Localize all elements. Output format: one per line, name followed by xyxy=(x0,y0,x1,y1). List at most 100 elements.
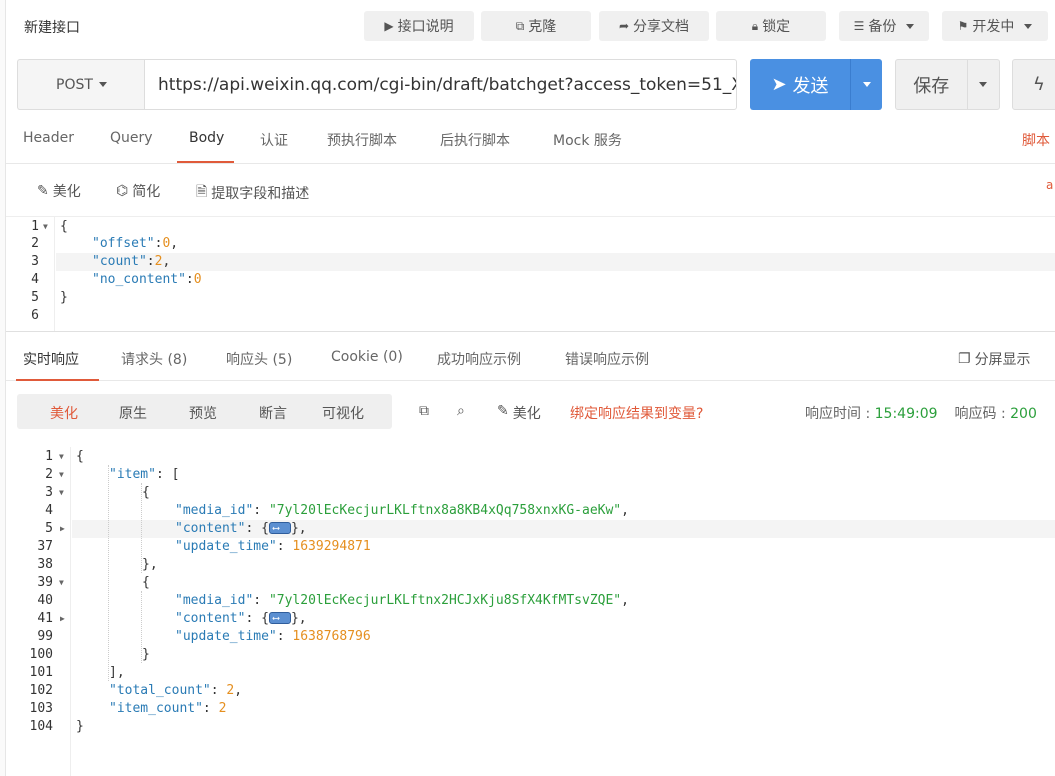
tab-header[interactable]: Header xyxy=(23,130,74,146)
mode-raw[interactable]: 原生 xyxy=(119,403,147,423)
copy-icon[interactable]: ⧉ xyxy=(419,403,429,419)
active-tab-indicator xyxy=(16,379,99,381)
flag-icon: ⚑ xyxy=(957,19,969,33)
json-key: "update_time" xyxy=(175,539,277,554)
lock-button[interactable]: 🔒︎ 锁定 xyxy=(716,11,826,41)
tab-pre-script[interactable]: 预执行脚本 xyxy=(327,130,397,150)
fold-arrow-right-icon[interactable]: ▶ xyxy=(60,520,65,538)
api-doc-button[interactable]: ▶ 接口说明 xyxy=(364,11,474,41)
simplify-button[interactable]: ⌬ 简化 xyxy=(116,181,160,201)
tab-realtime-response[interactable]: 实时响应 xyxy=(23,349,79,369)
tab-request-headers[interactable]: 请求头 (8) xyxy=(121,349,187,369)
json-punct: }, xyxy=(290,521,307,536)
json-key: "media_id" xyxy=(175,503,254,518)
search-icon[interactable]: ⌕ xyxy=(457,403,465,419)
code-line: { xyxy=(76,449,84,464)
indent-guide xyxy=(108,465,109,681)
extract-label: 提取字段和描述 xyxy=(211,186,310,202)
url-input[interactable]: https://api.weixin.qq.com/cgi-bin/draft/… xyxy=(144,59,737,110)
tab-response-headers[interactable]: 响应头 (5) xyxy=(226,349,292,369)
page-title: 新建接口 xyxy=(24,20,80,36)
database-icon: ☰ xyxy=(853,19,865,33)
fold-arrow-icon[interactable]: ▼ xyxy=(59,448,64,466)
status-label: 开发中 xyxy=(972,19,1015,35)
simplify-label: 简化 xyxy=(132,184,161,200)
collapsed-object-icon[interactable] xyxy=(268,610,291,628)
tab-post-script[interactable]: 后执行脚本 xyxy=(440,130,510,150)
file-icon: 🗎︎ xyxy=(196,184,208,200)
json-key: "no_content" xyxy=(92,272,186,287)
response-tabs: 实时响应 请求头 (8) 响应头 (5) Cookie (0) 成功响应示例 错… xyxy=(6,337,1055,381)
code-line: { xyxy=(142,575,150,590)
fold-arrow-icon[interactable]: ▼ xyxy=(59,484,64,502)
json-punct: , xyxy=(621,593,629,608)
send-options-dropdown[interactable] xyxy=(850,59,882,110)
save-options-dropdown[interactable] xyxy=(966,60,999,109)
code-line: } xyxy=(60,290,68,305)
tab-success-example[interactable]: 成功响应示例 xyxy=(437,349,521,369)
tab-query[interactable]: Query xyxy=(110,130,153,146)
chevron-down-icon xyxy=(98,82,107,87)
fold-arrow-icon[interactable]: ▼ xyxy=(59,466,64,484)
beautify-label: 美化 xyxy=(512,406,541,422)
line-number: 104 xyxy=(29,719,53,734)
save-button[interactable]: 保存 xyxy=(895,59,1000,110)
code-line: "item_count": 2 xyxy=(109,701,227,716)
fold-arrow-icon[interactable]: ▼ xyxy=(43,218,48,236)
lock-label: 锁定 xyxy=(762,19,791,35)
json-number: 2 xyxy=(218,701,227,716)
line-number: 6 xyxy=(31,308,39,323)
line-number: 41 xyxy=(37,611,53,626)
fold-arrow-icon[interactable]: ▼ xyxy=(59,574,64,592)
fold-arrow-right-icon[interactable]: ▶ xyxy=(60,610,65,628)
code-line: "media_id": "7yl20lEcKecjurLKLftnx2HCJxK… xyxy=(175,593,629,608)
tab-error-example[interactable]: 错误响应示例 xyxy=(565,349,649,369)
title-bar: 新建接口 ▶ 接口说明 ⧉ 克隆 ➦ 分享文档 🔒︎ 锁定 ☰ 备份 ⚑ 开发中 xyxy=(6,0,1055,52)
method-select[interactable]: POST xyxy=(17,59,145,110)
tab-body[interactable]: Body xyxy=(189,130,224,146)
tab-auth[interactable]: 认证 xyxy=(260,130,288,150)
sitemap-icon: ⌬ xyxy=(116,183,129,199)
mode-preview[interactable]: 预览 xyxy=(189,403,217,423)
extract-fields-button[interactable]: 🗎︎ 提取字段和描述 xyxy=(196,181,309,205)
collapsed-object-icon[interactable] xyxy=(268,520,291,538)
send-button[interactable]: ➤ 发送 xyxy=(750,59,882,110)
json-punct: : [ xyxy=(155,467,180,482)
json-number: 0 xyxy=(193,272,202,287)
mode-beautify[interactable]: 美化 xyxy=(50,403,78,423)
bind-response-link[interactable]: 绑定响应结果到变量? xyxy=(570,403,703,423)
share-doc-button[interactable]: ➦ 分享文档 xyxy=(599,11,709,41)
mode-visualize[interactable]: 可视化 xyxy=(322,403,364,423)
code-line: "media_id": "7yl20lEcKecjurLKLftnx8a8KB4… xyxy=(175,503,629,518)
line-number: 100 xyxy=(29,647,53,662)
beautify-body-button[interactable]: ✎ 美化 xyxy=(37,181,81,201)
script-link[interactable]: 脚本 xyxy=(1022,130,1050,150)
response-body-viewer[interactable]: 1 ▼ { 2 ▼ "item": [ 3 ▼ { 4 "media_id": … xyxy=(6,447,1055,776)
chevron-down-icon xyxy=(1024,23,1033,29)
magic-wand-icon: ✎ xyxy=(497,403,509,419)
status-dropdown[interactable]: ⚑ 开发中 xyxy=(942,11,1048,41)
mode-assert[interactable]: 断言 xyxy=(259,403,287,423)
tab-mock[interactable]: Mock 服务 xyxy=(553,130,622,150)
json-key: "total_count" xyxy=(109,683,211,698)
quick-action-button[interactable]: ϟ xyxy=(1012,59,1055,110)
backup-dropdown[interactable]: ☰ 备份 xyxy=(839,11,929,41)
lightning-icon: ϟ xyxy=(1033,74,1045,95)
line-number: 2 xyxy=(31,236,39,251)
json-key: "media_id" xyxy=(175,593,254,608)
code-line: "total_count": 2, xyxy=(109,683,243,698)
split-view-label: 分屏显示 xyxy=(974,352,1031,368)
split-view-button[interactable]: ❐ 分屏显示 xyxy=(958,349,1031,369)
json-key: "content" xyxy=(175,521,246,536)
line-number: 103 xyxy=(29,701,53,716)
line-number: 99 xyxy=(37,629,53,644)
tab-cookie[interactable]: Cookie (0) xyxy=(331,349,403,365)
clone-button[interactable]: ⧉ 克隆 xyxy=(481,11,591,41)
code-line: "item": [ xyxy=(109,466,179,484)
code-line: ], xyxy=(109,665,125,680)
code-line: "content": {}, xyxy=(175,610,307,628)
request-body-editor[interactable]: 1 ▼ { 2 "offset":0, 3 "count":2, 4 "no_c… xyxy=(6,217,1055,332)
request-tabs: Header Query Body 认证 预执行脚本 后执行脚本 Mock 服务… xyxy=(6,118,1055,164)
active-tab-indicator xyxy=(177,161,234,163)
beautify-response-button[interactable]: ✎ 美化 xyxy=(497,403,541,423)
